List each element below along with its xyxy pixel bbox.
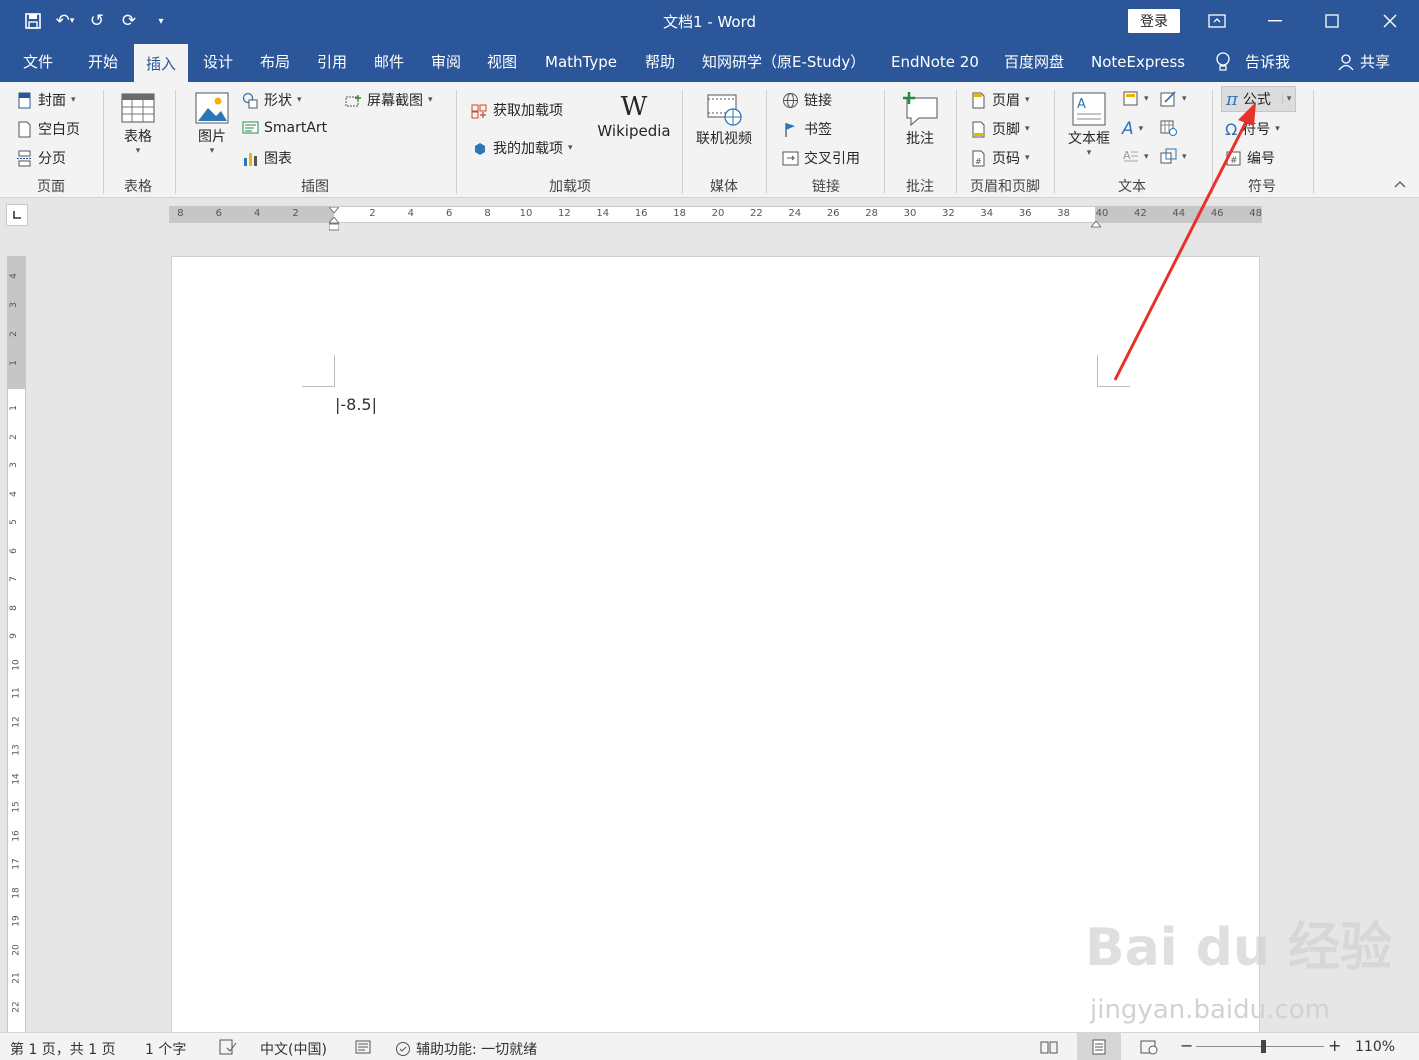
accessibility-label: 辅助功能: 一切就绪 bbox=[416, 1042, 538, 1058]
accessibility-icon bbox=[396, 1042, 410, 1056]
word-count[interactable]: 1 个字 bbox=[145, 1039, 186, 1059]
watermark: Bai du 经验 bbox=[1085, 918, 1392, 978]
page-count[interactable]: 第 1 页，共 1 页 bbox=[10, 1039, 116, 1059]
zoom-slider-thumb[interactable] bbox=[1261, 1040, 1266, 1053]
zoom-in-icon[interactable]: + bbox=[1328, 1036, 1341, 1055]
proofing-icon[interactable] bbox=[219, 1039, 237, 1059]
annotation-arrow bbox=[1113, 102, 1256, 381]
read-mode-icon[interactable] bbox=[1040, 1039, 1058, 1059]
language[interactable]: 中文(中国) bbox=[260, 1039, 327, 1059]
status-bar: 第 1 页，共 1 页 1 个字 中文(中国) 辅助功能: 一切就绪 − + 1… bbox=[0, 1032, 1419, 1060]
zoom-slider-track[interactable] bbox=[1196, 1046, 1324, 1047]
web-layout-icon[interactable] bbox=[1140, 1039, 1158, 1059]
accessibility-status[interactable]: 辅助功能: 一切就绪 bbox=[394, 1039, 537, 1059]
macro-icon[interactable] bbox=[355, 1039, 371, 1059]
watermark-url: jingyan.baidu.com bbox=[1090, 995, 1330, 1025]
zoom-level[interactable]: 110% bbox=[1355, 1039, 1395, 1055]
print-layout-icon[interactable] bbox=[1077, 1033, 1121, 1060]
zoom-out-icon[interactable]: − bbox=[1180, 1036, 1193, 1055]
